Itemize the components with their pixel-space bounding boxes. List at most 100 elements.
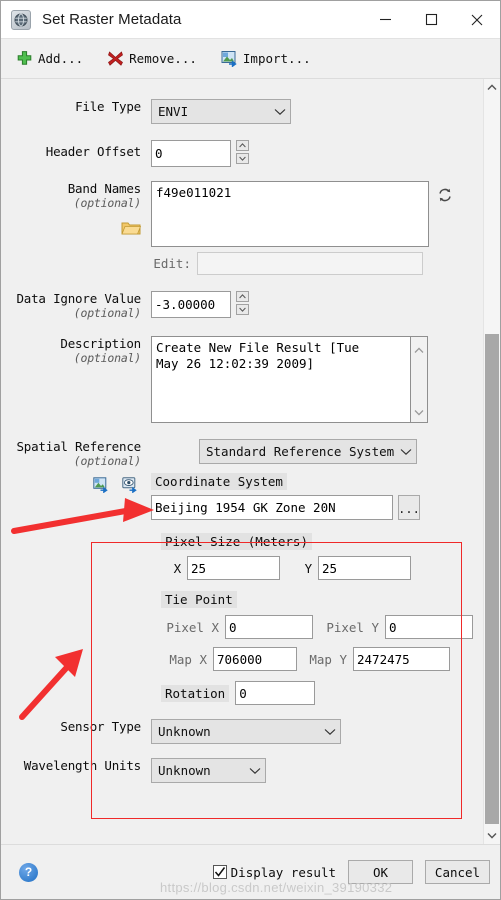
window-controls — [362, 1, 500, 38]
remove-label: Remove... — [129, 51, 197, 66]
file-type-label: File Type — [75, 99, 141, 114]
page-title: Set Raster Metadata — [42, 11, 182, 28]
help-icon[interactable]: ? — [19, 862, 38, 882]
spatial-reference-label-text: Spatial Reference — [16, 439, 141, 454]
spinner-up-icon[interactable] — [236, 140, 249, 151]
data-ignore-optional: (optional) — [73, 306, 141, 320]
wavelength-units-label: Wavelength Units — [23, 758, 141, 773]
sensor-type-value: Unknown — [158, 724, 211, 739]
row-wavelength-units: Wavelength Units Unknown — [1, 758, 483, 783]
scrollbar-track[interactable] — [484, 96, 501, 827]
plus-icon — [16, 50, 33, 67]
tie-point-map-y-input[interactable] — [353, 647, 450, 671]
spinner-down-icon[interactable] — [236, 304, 249, 315]
data-ignore-input[interactable] — [151, 291, 231, 318]
spinner-up-icon[interactable] — [236, 291, 249, 302]
file-type-value: ENVI — [158, 104, 189, 119]
scroll-content: File Type ENVI Header Offset 0 Band Name… — [1, 79, 500, 844]
rotation-input[interactable] — [235, 681, 316, 705]
band-names-label: Band Names (optional) — [1, 181, 151, 239]
display-result-checkbox-wrap[interactable]: Display result — [212, 864, 336, 880]
spatial-reference-label: Spatial Reference (optional) — [1, 439, 151, 496]
scroll-down-icon[interactable] — [414, 401, 424, 420]
folder-icon[interactable] — [1, 220, 141, 239]
tie-point-pixel-y-input[interactable] — [385, 615, 473, 639]
pixel-size-x-label: X — [173, 560, 182, 576]
header-offset-label: Header Offset — [45, 144, 141, 159]
description-scrollbar[interactable] — [411, 336, 428, 423]
scrollbar-thumb[interactable] — [484, 334, 499, 824]
remove-button[interactable]: Remove... — [107, 50, 197, 67]
close-button[interactable] — [454, 1, 500, 38]
scrollbar-down-button[interactable] — [483, 827, 500, 844]
tie-point-map-x-input[interactable] — [213, 647, 297, 671]
coordinate-system-label: Coordinate System — [151, 473, 287, 490]
rotation-label: Rotation — [161, 684, 230, 702]
header-offset-input[interactable] — [151, 140, 231, 167]
edit-label: Edit: — [153, 256, 191, 271]
chevron-down-icon — [249, 763, 261, 778]
description-optional: (optional) — [73, 351, 141, 365]
minimize-button[interactable] — [362, 1, 408, 38]
display-result-checkbox[interactable] — [212, 865, 227, 879]
x-icon — [107, 50, 124, 67]
refresh-icon[interactable] — [437, 187, 453, 207]
tie-point-pixel-x-input[interactable] — [225, 615, 313, 639]
ok-button[interactable]: OK — [348, 860, 413, 884]
band-names-textarea[interactable]: f49e011021 — [151, 181, 429, 247]
maximize-button[interactable] — [408, 1, 454, 38]
sensor-type-select[interactable]: Unknown — [151, 719, 341, 744]
import-image-icon — [221, 50, 238, 68]
add-button[interactable]: Add... — [16, 50, 83, 67]
band-names-label-text: Band Names — [67, 181, 141, 196]
tie-point-pixel-x-label: Pixel X — [166, 619, 219, 635]
row-spatial-reference: Spatial Reference (optional) Standard Re… — [1, 439, 483, 520]
coordinate-system-browse-button[interactable]: ... — [398, 495, 420, 520]
view-eye-icon[interactable] — [122, 477, 139, 496]
export-image-icon[interactable] — [92, 477, 117, 496]
description-textarea[interactable]: Create New File Result [Tue May 26 12:02… — [151, 336, 411, 423]
data-ignore-spinner[interactable] — [236, 291, 249, 315]
dialog-footer: ? Display result OK Cancel — [1, 844, 500, 899]
footer-actions: Display result OK Cancel — [212, 860, 490, 884]
description-label-text: Description — [60, 336, 141, 351]
spatial-reference-optional: (optional) — [73, 454, 141, 468]
row-band-names: Band Names (optional) f49e011021 Edit: — [1, 181, 483, 275]
chevron-down-icon — [324, 724, 336, 739]
spinner-down-icon[interactable] — [236, 153, 249, 164]
tie-point-pixel-y-label: Pixel Y — [326, 619, 379, 635]
pixel-size-label: Pixel Size (Meters) — [161, 533, 312, 550]
wavelength-units-value: Unknown — [158, 763, 211, 778]
cancel-button[interactable]: Cancel — [425, 860, 490, 884]
scrollbar-up-button[interactable] — [483, 79, 500, 96]
wavelength-units-select[interactable]: Unknown — [151, 758, 266, 783]
pixel-size-y-input[interactable] — [318, 556, 411, 580]
coordinate-system-input[interactable] — [151, 495, 393, 520]
header-offset-spinner[interactable] — [236, 140, 249, 164]
display-result-label: Display result — [230, 864, 336, 880]
description-label: Description (optional) — [1, 336, 151, 366]
scroll-up-icon[interactable] — [414, 339, 424, 358]
title-bar: Set Raster Metadata — [1, 1, 500, 39]
spatial-reference-select[interactable]: Standard Reference System — [199, 439, 417, 464]
row-header-offset: Header Offset — [1, 140, 483, 167]
vertical-scrollbar[interactable] — [483, 79, 500, 844]
sensor-type-label: Sensor Type — [60, 719, 141, 734]
chevron-down-icon — [400, 444, 412, 459]
tie-point-label: Tie Point — [161, 591, 237, 608]
globe-icon — [11, 9, 31, 30]
pixel-size-y-label: Y — [304, 560, 313, 576]
data-ignore-label-text: Data Ignore Value — [16, 291, 141, 306]
file-type-select[interactable]: ENVI — [151, 99, 291, 124]
add-label: Add... — [38, 51, 84, 66]
band-names-edit-input[interactable] — [197, 252, 423, 275]
metadata-form: File Type ENVI Header Offset 0 Band Name… — [1, 79, 483, 844]
spatial-reference-value: Standard Reference System — [206, 444, 394, 459]
tie-point-map-x-label: Map X — [169, 651, 207, 667]
import-button[interactable]: Import... — [221, 50, 311, 68]
data-ignore-label: Data Ignore Value (optional) — [1, 291, 151, 321]
import-label: Import... — [242, 51, 311, 66]
pixel-size-x-input[interactable] — [187, 556, 280, 580]
row-description: Description (optional) Create New File R… — [1, 336, 483, 423]
chevron-down-icon — [274, 104, 286, 119]
